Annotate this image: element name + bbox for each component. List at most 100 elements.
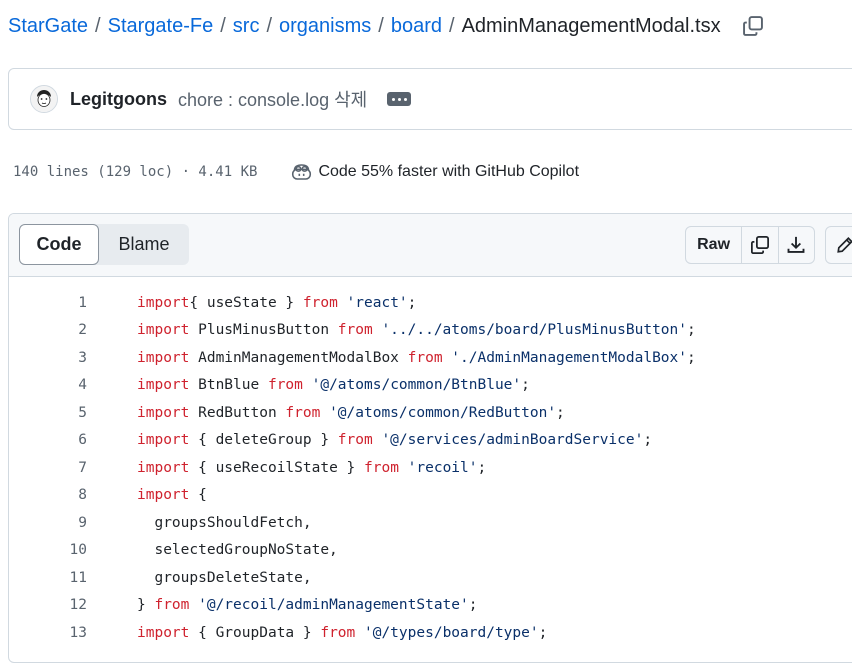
line-number[interactable]: 4: [9, 377, 87, 393]
copilot-icon: [292, 164, 312, 180]
file-info-row: 140 lines (129 loc) · 4.41 KB Code 55% f…: [13, 160, 579, 184]
code-string: '@/services/adminBoardService': [372, 432, 644, 449]
line-number[interactable]: 1: [9, 295, 87, 311]
line-number[interactable]: 8: [9, 487, 87, 503]
code-line: 2 import PlusMinusButton from '../../atom…: [9, 317, 852, 345]
code-string: './AdminManagementModalBox': [442, 349, 687, 366]
code-line: 8 import {: [9, 482, 852, 510]
code-keyword: import: [137, 459, 190, 476]
code-keyword: from: [154, 597, 190, 614]
code-keyword: from: [302, 294, 338, 311]
view-mode-toggle: Code Blame: [19, 224, 189, 265]
code-keyword: from: [364, 459, 399, 476]
code-text: import AdminManagementModalBox from './A…: [87, 350, 696, 366]
line-number[interactable]: 3: [9, 350, 87, 366]
copilot-promo-link[interactable]: Code 55% faster with GitHub Copilot: [291, 162, 579, 182]
avatar[interactable]: [30, 85, 58, 113]
code-text: import RedButton from '@/atoms/common/Re…: [87, 405, 565, 421]
code-token: ;: [538, 624, 548, 641]
code-token: ;: [643, 432, 653, 449]
code-text: import { useRecoilState } from 'recoil';: [87, 460, 486, 476]
tab-blame[interactable]: Blame: [99, 224, 189, 265]
raw-button[interactable]: Raw: [686, 227, 743, 263]
commit-message-link[interactable]: chore : console.log 삭제: [178, 86, 367, 112]
line-number[interactable]: 9: [9, 515, 87, 531]
code-keyword: from: [320, 624, 356, 641]
ellipsis-icon: [391, 97, 395, 101]
line-number[interactable]: 6: [9, 432, 87, 448]
code-token: ;: [556, 404, 565, 421]
copy-path-button[interactable]: [741, 14, 765, 38]
code-text: import PlusMinusButton from '../../atoms…: [87, 322, 696, 338]
breadcrumb-repo-owner[interactable]: StarGate: [8, 15, 88, 38]
code-line: 12} from '@/recoil/adminManagementState'…: [9, 592, 852, 620]
code-token: ;: [687, 349, 696, 366]
code-token: }: [137, 597, 155, 614]
avatar-icon: [31, 86, 57, 112]
code-token: AdminManagementModalBox: [189, 349, 408, 366]
code-keyword: from: [285, 404, 321, 421]
breadcrumb-separator: /: [220, 14, 226, 37]
latest-commit-box: Legitgoons chore : console.log 삭제: [8, 68, 852, 130]
code-line: 9 groupsShouldFetch,: [9, 509, 852, 537]
breadcrumb-folder-organisms[interactable]: organisms: [279, 15, 371, 38]
edit-file-button[interactable]: [825, 226, 852, 264]
file-size-info: 140 lines (129 loc) · 4.41 KB: [13, 164, 258, 180]
code-line: 13 import { GroupData } from '@/types/boa…: [9, 619, 852, 647]
line-number[interactable]: 12: [9, 597, 87, 613]
line-number[interactable]: 7: [9, 460, 87, 476]
code-line: 11 groupsDeleteState,: [9, 564, 852, 592]
tab-code[interactable]: Code: [19, 224, 99, 265]
code-keyword: from: [337, 432, 373, 449]
copy-icon: [742, 16, 763, 36]
code-keyword: import: [137, 624, 190, 641]
expand-commit-message-button[interactable]: [387, 92, 412, 106]
code-line: 10 selectedGroupNoState,: [9, 537, 852, 565]
code-line: 1 import{ useState } from 'react';: [9, 289, 852, 317]
code-token: { deleteGroup }: [189, 432, 338, 449]
code-text: import{ useState } from 'react';: [87, 295, 416, 311]
line-number[interactable]: 10: [9, 542, 87, 558]
code-line: 4 import BtnBlue from '@/atoms/common/Btn…: [9, 372, 852, 400]
code-token: ;: [521, 377, 530, 394]
code-token: { GroupData }: [189, 624, 321, 641]
code-keyword: from: [407, 349, 443, 366]
breadcrumb-folder-src[interactable]: src: [233, 15, 260, 38]
code-keyword: import: [137, 487, 190, 504]
breadcrumb-separator: /: [95, 14, 101, 37]
breadcrumb: StarGate / Stargate-Fe / src / organisms…: [8, 11, 765, 41]
code-token: PlusMinusButton: [189, 322, 338, 339]
code-token: ;: [468, 597, 478, 614]
code-token: RedButton: [189, 404, 286, 421]
line-number[interactable]: 11: [9, 570, 87, 586]
code-keyword: from: [267, 377, 303, 394]
code-keyword: from: [337, 322, 373, 339]
commit-author-link[interactable]: Legitgoons: [70, 89, 167, 110]
code-keyword: import: [137, 349, 190, 366]
copy-raw-button[interactable]: [742, 227, 777, 263]
code-text: } from '@/recoil/adminManagementState';: [87, 597, 477, 613]
code-text: import { deleteGroup } from '@/services/…: [87, 432, 652, 448]
breadcrumb-separator: /: [266, 14, 273, 37]
code-token: ;: [687, 322, 696, 339]
code-token: ;: [407, 294, 417, 311]
code-keyword: import: [137, 377, 190, 394]
code-token: ;: [477, 459, 487, 476]
code-line: 6 import { deleteGroup } from '@/services…: [9, 427, 852, 455]
code-text: groupsDeleteState,: [87, 570, 311, 586]
breadcrumb-folder-board[interactable]: board: [391, 15, 442, 38]
code-line: 3 import AdminManagementModalBox from './…: [9, 344, 852, 372]
file-viewer-panel: Code Blame Raw 1import{useState} from …: [8, 213, 852, 663]
breadcrumb-separator: /: [449, 14, 455, 37]
line-number[interactable]: 5: [9, 405, 87, 421]
breadcrumb-file-name: AdminManagementModal.tsx: [461, 14, 721, 37]
ellipsis-icon: [403, 97, 407, 101]
code-line: 5 import RedButton from '@/atoms/common/R…: [9, 399, 852, 427]
line-number[interactable]: 13: [9, 625, 87, 641]
breadcrumb-repo[interactable]: Stargate-Fe: [108, 15, 214, 38]
line-number[interactable]: 2: [9, 322, 87, 338]
code-string: 'recoil': [398, 459, 478, 476]
copilot-promo-text: Code 55% faster with GitHub Copilot: [318, 163, 580, 180]
code-text: groupsShouldFetch,: [87, 515, 311, 531]
download-raw-button[interactable]: [777, 227, 814, 263]
